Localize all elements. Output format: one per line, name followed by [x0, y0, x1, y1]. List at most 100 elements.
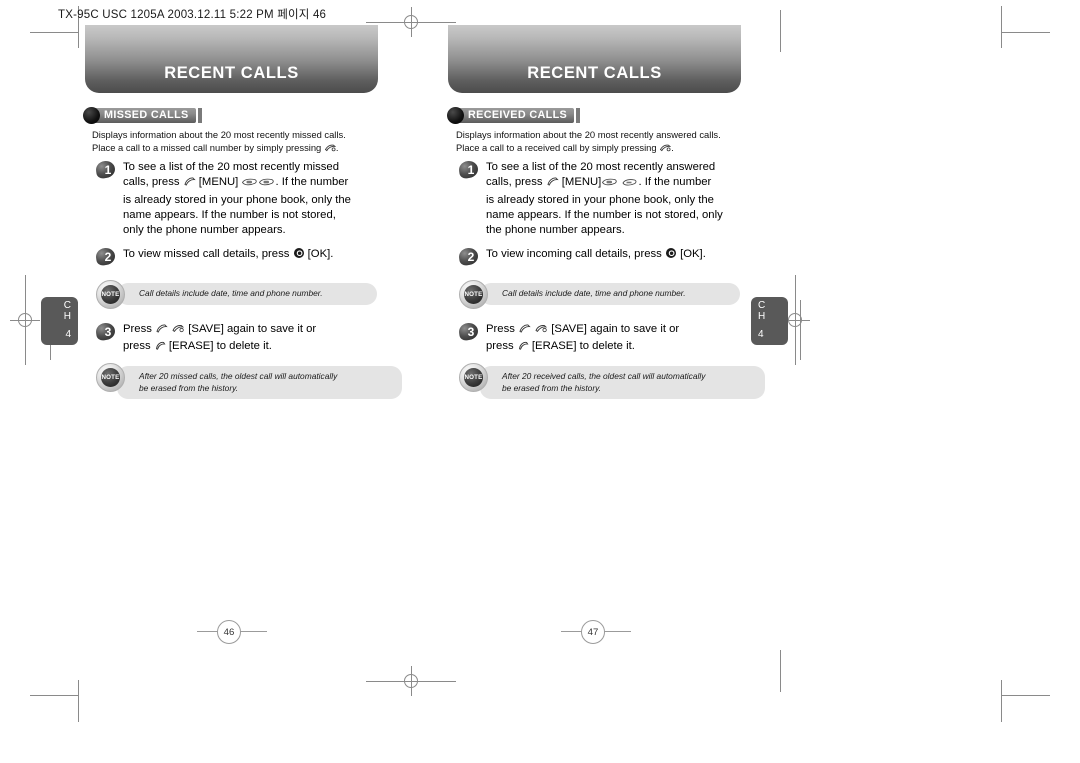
note-line: be erased from the history.	[502, 382, 601, 393]
fold-mark	[780, 650, 781, 692]
intro-line: Displays information about the 20 most r…	[92, 129, 346, 140]
note-badge-label: NOTE	[464, 291, 483, 298]
soft-key-icon	[154, 340, 166, 356]
step-line: To view missed call details, press [OK].	[123, 247, 333, 264]
step-line: is already stored in your phone book, on…	[486, 193, 714, 206]
crop-mark	[1002, 32, 1050, 33]
note-line: be erased from the history.	[139, 382, 238, 393]
soft-key-icon	[517, 340, 529, 356]
step-line: only the phone number appears.	[123, 224, 286, 237]
section-badge-bar: RECEIVED CALLS	[455, 108, 575, 123]
step-number-badge: 3	[94, 321, 117, 342]
step-number: 2	[467, 249, 475, 264]
page-title-banner-right: RECENT CALLS	[448, 25, 741, 93]
step-line: is already stored in your phone book, on…	[123, 193, 351, 206]
crop-mark	[1001, 6, 1002, 48]
send-key-icon	[659, 143, 672, 156]
note-content: After 20 missed calls, the oldest call w…	[117, 366, 402, 400]
intro-text-right: Displays information about the 20 most r…	[456, 128, 736, 156]
chapter-tab-right: C H 4	[751, 297, 788, 345]
crop-mark	[30, 32, 78, 33]
menu-key-icon	[621, 177, 638, 192]
step-number: 1	[467, 162, 475, 177]
badge-dot-icon	[447, 107, 464, 124]
note-line: After 20 missed calls, the oldest call w…	[139, 371, 338, 381]
step-item: 3 Press [SAVE] again to save it or press…	[94, 321, 316, 357]
send-key-icon	[534, 323, 548, 339]
step-line: name appears. If the number is not store…	[486, 208, 723, 221]
section-badge-label-right: RECEIVED CALLS	[468, 109, 568, 121]
intro-line: Place a call to a missed call number by …	[92, 141, 372, 156]
section-badge-missed-calls: MISSED CALLS	[83, 107, 202, 124]
ok-key-icon	[293, 247, 305, 264]
step-item: 1 To see a list of the 20 most recently …	[457, 159, 723, 238]
page-number-left: 46	[197, 620, 267, 644]
note-box-bottom: NOTE After 20 missed calls, the oldest c…	[96, 363, 402, 400]
section-badge-label-left: MISSED CALLS	[104, 109, 189, 121]
step-text: To view missed call details, press [OK].	[123, 247, 333, 266]
menu-key-icon	[258, 177, 275, 192]
chapter-tab-ch-bottom: H	[63, 310, 71, 322]
step-text: Press [SAVE] again to save it or press […	[123, 322, 316, 357]
step-line: Press [SAVE] again to save it or	[486, 322, 679, 339]
page-number-value: 46	[217, 620, 241, 644]
section-badge-received-calls: RECEIVED CALLS	[447, 107, 581, 124]
note-badge-icon: NOTE	[96, 280, 125, 309]
step-line: Press [SAVE] again to save it or	[123, 322, 316, 339]
step-line: calls, press [MENU] . If the number	[486, 175, 723, 192]
note-box-bottom: NOTE After 20 received calls, the oldest…	[459, 363, 765, 400]
note-text: Call details include date, time and phon…	[139, 288, 323, 300]
menu-key-icon	[241, 177, 258, 192]
step-line: calls, press [MENU] . If the number	[123, 175, 351, 192]
badge-cap-icon	[576, 108, 581, 123]
note-content: After 20 received calls, the oldest call…	[480, 366, 765, 400]
soft-key-icon	[546, 176, 559, 192]
note-line: Call details include date, time and phon…	[502, 288, 686, 299]
crop-mark	[1001, 680, 1002, 722]
send-key-icon	[324, 143, 337, 156]
registration-mark-icon	[366, 7, 456, 37]
crop-mark	[78, 680, 79, 722]
note-badge-label: NOTE	[101, 291, 120, 298]
step-number-badge: 2	[94, 246, 117, 267]
badge-dot-icon	[83, 107, 100, 124]
note-badge-icon: NOTE	[96, 363, 125, 392]
step-number-badge: 1	[457, 159, 480, 180]
menu-key-icon	[601, 177, 618, 192]
registration-mark-icon	[366, 666, 456, 696]
step-number-badge: 3	[457, 321, 480, 342]
note-badge-icon: NOTE	[459, 280, 488, 309]
document-header-line: TX-95C USC 1205A 2003.12.11 5:22 PM 페이지 …	[58, 9, 327, 21]
note-box-top: NOTE Call details include date, time and…	[96, 280, 377, 309]
page-title-banner-left: RECENT CALLS	[85, 25, 378, 93]
intro-line: Place a call to a received call by simpl…	[456, 141, 736, 156]
step-line: To see a list of the 20 most recently an…	[486, 161, 716, 173]
step-text: To see a list of the 20 most recently an…	[486, 160, 723, 238]
note-badge-label: NOTE	[101, 374, 120, 381]
send-key-icon	[171, 323, 185, 339]
note-box-top: NOTE Call details include date, time and…	[459, 280, 740, 309]
chapter-tab-ch-bottom: H	[758, 310, 766, 322]
crop-mark	[1002, 695, 1050, 696]
page-title-right: RECENT CALLS	[527, 64, 662, 82]
ok-key-icon	[665, 247, 677, 264]
step-line: press [ERASE] to delete it.	[123, 339, 316, 356]
step-line: name appears. If the number is not store…	[123, 208, 336, 221]
step-line: To see a list of the 20 most recently mi…	[123, 161, 339, 173]
step-text: Press [SAVE] again to save it or press […	[486, 322, 679, 357]
step-item: 2 To view missed call details, press [OK…	[94, 246, 333, 267]
step-text: To view incoming call details, press [OK…	[486, 247, 706, 266]
step-line: To view incoming call details, press [OK…	[486, 247, 706, 264]
step-text: To see a list of the 20 most recently mi…	[123, 160, 351, 238]
page-number-value: 47	[581, 620, 605, 644]
chapter-tab-left: C H 4	[41, 297, 78, 345]
crop-mark	[30, 695, 78, 696]
note-badge-label: NOTE	[464, 374, 483, 381]
note-line: After 20 received calls, the oldest call…	[502, 371, 706, 381]
intro-line: Displays information about the 20 most r…	[456, 129, 721, 140]
step-number: 1	[104, 162, 112, 177]
registration-mark-icon	[10, 275, 40, 365]
step-item: 2 To view incoming call details, press […	[457, 246, 706, 267]
soft-key-icon	[155, 323, 168, 339]
step-item: 3 Press [SAVE] again to save it or press…	[457, 321, 679, 357]
